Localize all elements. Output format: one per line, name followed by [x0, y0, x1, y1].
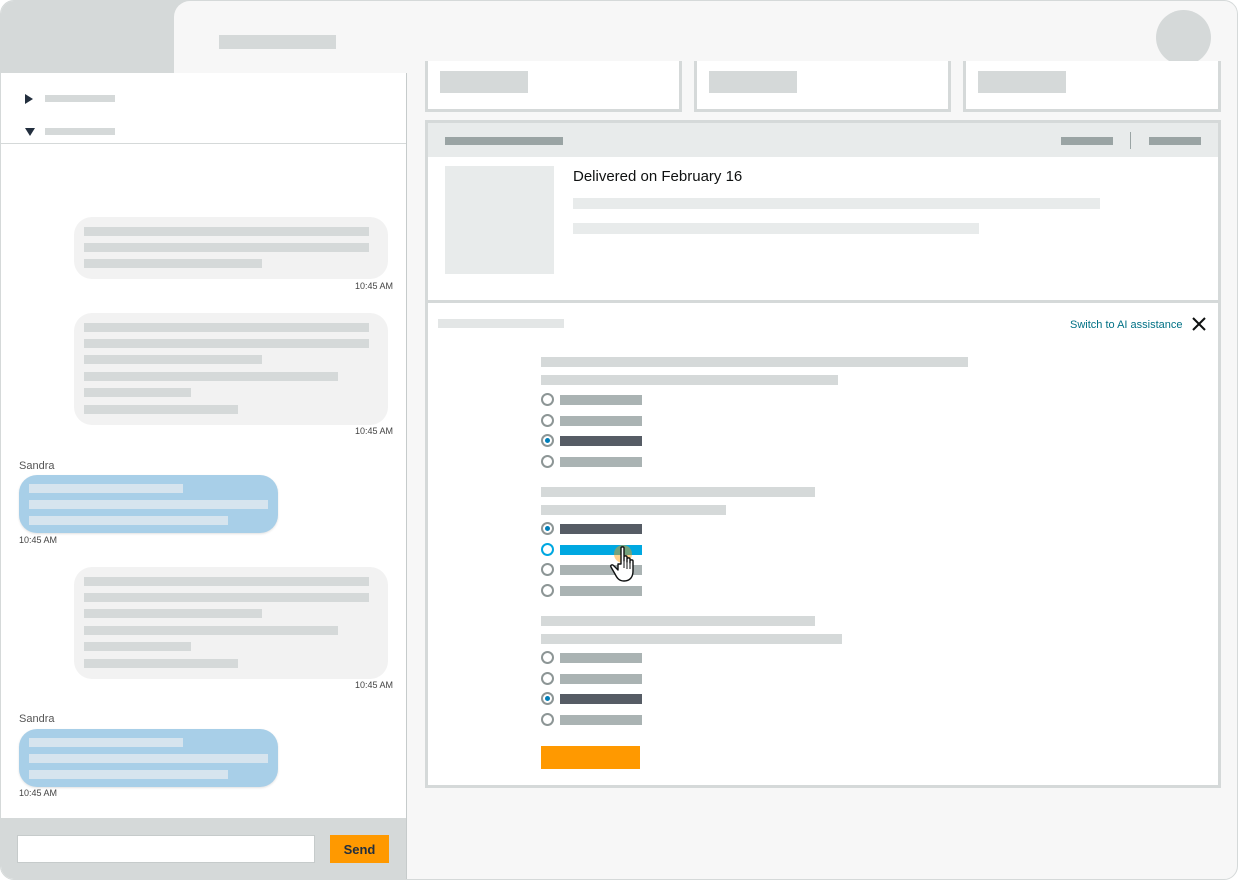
- question-text-placeholder: [541, 634, 842, 644]
- radio-option[interactable]: [541, 414, 554, 427]
- summary-card[interactable]: [963, 61, 1221, 112]
- summary-card[interactable]: [694, 61, 951, 112]
- radio-option-selected[interactable]: [541, 522, 554, 535]
- message-text-placeholder: [84, 339, 369, 348]
- radio-option-selected[interactable]: [541, 434, 554, 447]
- order-card: Delivered on February 16 Switch to AI as…: [425, 120, 1221, 788]
- message-input[interactable]: [17, 835, 315, 863]
- triangle-down-icon[interactable]: [25, 128, 35, 136]
- message-timestamp: 10:45 AM: [355, 281, 394, 291]
- app-window: 10:45 AM 10:45 AM Sandra 10:45 AM 10:45 …: [0, 0, 1238, 880]
- option-label-placeholder: [560, 715, 642, 725]
- message-text-placeholder: [29, 500, 268, 509]
- radio-option[interactable]: [541, 651, 554, 664]
- message-text-placeholder: [84, 323, 369, 332]
- order-header-link-placeholder[interactable]: [1149, 137, 1201, 145]
- message-text-placeholder: [84, 388, 191, 397]
- message-text-placeholder: [84, 372, 338, 381]
- user-message-bubble: [19, 729, 278, 787]
- avatar[interactable]: [1156, 10, 1211, 65]
- switch-to-ai-link[interactable]: Switch to AI assistance: [1070, 319, 1183, 331]
- option-label-placeholder: [560, 694, 642, 704]
- tree-item-label-placeholder: [45, 128, 115, 135]
- question-text-placeholder: [541, 357, 968, 367]
- order-header: [428, 123, 1218, 157]
- message-text-placeholder: [84, 577, 369, 586]
- radio-option[interactable]: [541, 455, 554, 468]
- message-timestamp: 10:45 AM: [355, 680, 394, 690]
- message-text-placeholder: [29, 738, 183, 747]
- option-label-placeholder: [560, 653, 642, 663]
- message-text-placeholder: [84, 593, 369, 602]
- header-separator: [1130, 132, 1131, 149]
- option-label-placeholder: [560, 436, 642, 446]
- sender-name: Sandra: [19, 460, 55, 472]
- message-text-placeholder: [84, 642, 191, 651]
- delivery-status: Delivered on February 16: [573, 168, 743, 185]
- card-placeholder: [440, 71, 528, 93]
- message-text-placeholder: [29, 770, 228, 779]
- tab-title-placeholder: [219, 35, 336, 49]
- option-label-placeholder: [560, 674, 642, 684]
- product-image[interactable]: [445, 166, 554, 274]
- card-placeholder: [709, 71, 797, 93]
- question-text-placeholder: [541, 487, 815, 497]
- agent-message-bubble: [74, 567, 388, 679]
- message-timestamp: 10:45 AM: [355, 426, 394, 436]
- message-timestamp: 10:45 AM: [19, 535, 58, 545]
- message-composer: Send: [1, 818, 406, 879]
- message-text-placeholder: [84, 259, 262, 268]
- option-label-placeholder: [560, 457, 642, 467]
- option-label-placeholder: [560, 416, 642, 426]
- message-text-placeholder: [84, 659, 238, 668]
- option-label-placeholder: [560, 395, 642, 405]
- radio-option[interactable]: [541, 563, 554, 576]
- message-text-placeholder: [29, 516, 228, 525]
- message-timestamp: 10:45 AM: [19, 788, 58, 798]
- radio-option-hovered[interactable]: [541, 543, 554, 556]
- message-text-placeholder: [84, 405, 238, 414]
- option-label-placeholder: [560, 524, 642, 534]
- radio-option[interactable]: [541, 672, 554, 685]
- survey-title-placeholder: [438, 319, 564, 328]
- radio-option[interactable]: [541, 713, 554, 726]
- radio-option[interactable]: [541, 584, 554, 597]
- option-label-placeholder: [560, 586, 642, 596]
- triangle-right-icon[interactable]: [25, 94, 33, 104]
- message-text-placeholder: [84, 626, 338, 635]
- card-placeholder: [978, 71, 1066, 93]
- agent-message-bubble: [74, 217, 388, 279]
- message-text-placeholder: [84, 355, 262, 364]
- radio-option-selected[interactable]: [541, 692, 554, 705]
- sender-name: Sandra: [19, 713, 55, 725]
- option-label-placeholder: [560, 545, 642, 555]
- question-text-placeholder: [541, 375, 838, 385]
- chat-pane: 10:45 AM 10:45 AM Sandra 10:45 AM 10:45 …: [1, 73, 407, 879]
- message-text-placeholder: [84, 227, 369, 236]
- message-text-placeholder: [84, 243, 369, 252]
- message-text-placeholder: [29, 484, 183, 493]
- summary-card[interactable]: [425, 61, 682, 112]
- agent-message-bubble: [74, 313, 388, 425]
- option-label-placeholder: [560, 565, 642, 575]
- message-text-placeholder: [29, 754, 268, 763]
- order-header-link-placeholder[interactable]: [1061, 137, 1113, 145]
- divider: [1, 143, 406, 144]
- question-text-placeholder: [541, 616, 815, 626]
- send-button[interactable]: Send: [330, 835, 389, 863]
- order-header-title-placeholder: [445, 137, 563, 145]
- order-detail-placeholder: [573, 223, 979, 234]
- user-message-bubble: [19, 475, 278, 533]
- question-text-placeholder: [541, 505, 726, 515]
- close-icon[interactable]: [1189, 314, 1209, 334]
- order-detail-placeholder: [573, 198, 1100, 209]
- submit-button[interactable]: [541, 746, 640, 769]
- message-text-placeholder: [84, 609, 262, 618]
- tree-item-label-placeholder: [45, 95, 115, 102]
- section-divider: [428, 300, 1218, 303]
- radio-option[interactable]: [541, 393, 554, 406]
